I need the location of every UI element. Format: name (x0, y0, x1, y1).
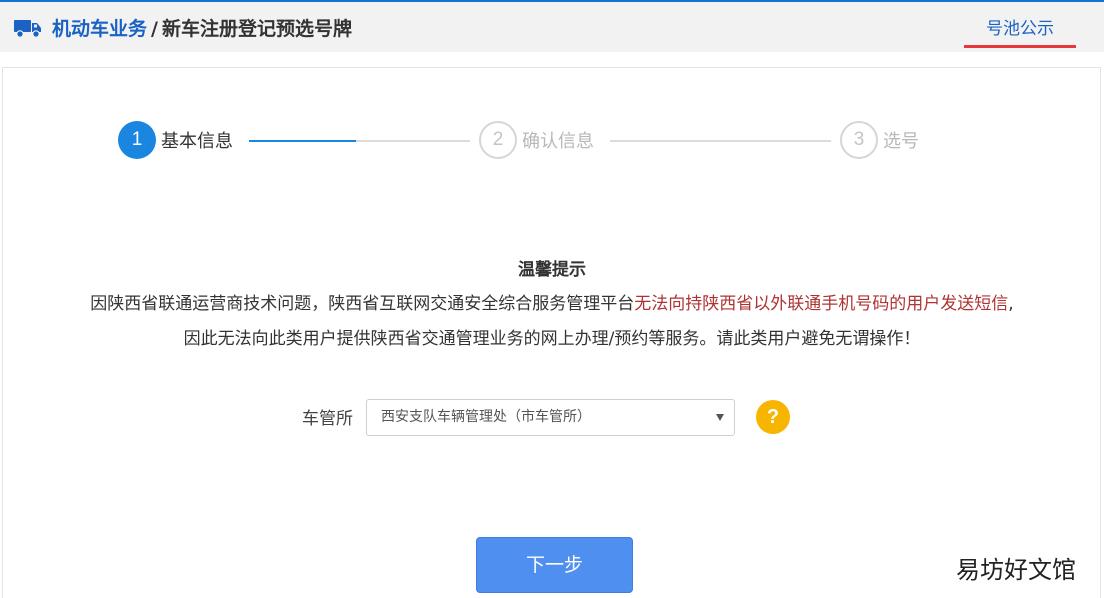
truck-icon (14, 20, 41, 38)
number-pool-link[interactable]: 号池公示 (964, 16, 1076, 48)
office-select[interactable]: 西安支队车辆管理处（市车管所） (366, 399, 735, 436)
step-1-label: 基本信息 (161, 131, 233, 152)
watermark: 易坊好文馆 (956, 556, 1076, 584)
notice-highlight: 无法向持陕西省以外联通手机号码的用户发送短信 (634, 294, 1009, 314)
breadcrumb-separator: / (151, 18, 158, 40)
chevron-down-icon (716, 414, 724, 421)
notice-punctuation: , (1008, 294, 1014, 314)
step-1: 1 基本信息 (118, 120, 233, 160)
notice-text: 因陕西省联通运营商技术问题，陕西省互联网交通安全综合服务管理平台 (90, 294, 635, 314)
notice-title: 温馨提示 (518, 260, 586, 280)
step-2: 2 确认信息 (479, 120, 594, 160)
office-label: 车管所 (302, 409, 353, 429)
notice-line-2: 因此无法向此类用户提供陕西省交通管理业务的网上办理/预约等服务。请此类用户避免无… (183, 329, 921, 349)
next-step-button[interactable]: 下一步 (476, 537, 633, 593)
breadcrumb: 机动车业务 / 新车注册登记预选号牌 (52, 16, 352, 42)
step-2-label: 确认信息 (522, 131, 594, 152)
step-2-number: 2 (479, 121, 517, 159)
step-3-label: 选号 (883, 131, 919, 152)
step-connector-2 (610, 140, 831, 142)
office-select-value: 西安支队车辆管理处（市车管所） (381, 409, 591, 425)
top-bar: 机动车业务 / 新车注册登记预选号牌 号池公示 (0, 0, 1104, 52)
help-icon[interactable]: ? (756, 400, 790, 434)
breadcrumb-section[interactable]: 机动车业务 (52, 18, 147, 40)
step-3: 3 选号 (840, 120, 919, 160)
step-1-number: 1 (118, 121, 156, 159)
page-title: 新车注册登记预选号牌 (161, 18, 352, 40)
step-3-number: 3 (840, 121, 878, 159)
notice-line-1: 因陕西省联通运营商技术问题，陕西省互联网交通安全综合服务管理平台无法向持陕西省以… (0, 289, 1104, 314)
step-connector-1 (249, 140, 470, 142)
step-progress-fill (249, 140, 356, 142)
